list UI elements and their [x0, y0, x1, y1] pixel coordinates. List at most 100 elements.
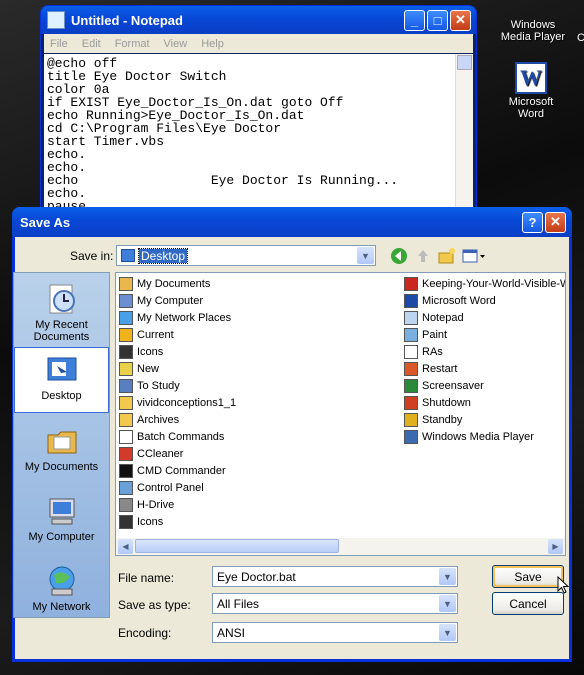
chevron-down-icon[interactable]: ▼	[439, 595, 456, 612]
list-item[interactable]: Screensaver	[404, 377, 484, 394]
list-item-label: Current	[137, 328, 174, 341]
desktop-icon-media-player[interactable]: Windows Media Player	[496, 0, 570, 43]
list-item-label: Icons	[137, 345, 164, 358]
computer-icon	[119, 293, 133, 308]
media-player-icon	[404, 429, 418, 444]
maximize-icon[interactable]: □	[427, 9, 448, 31]
list-item-label: RAs	[422, 345, 443, 358]
file-name-value[interactable]: Eye Doctor.bat	[217, 570, 296, 584]
word-desktop-label-2: Word	[517, 108, 545, 120]
scroll-up-icon[interactable]	[457, 55, 472, 70]
list-item-label: Paint	[422, 328, 448, 341]
list-item[interactable]: RAs	[404, 343, 443, 360]
word-desktop-label-1: Microsoft	[508, 96, 554, 108]
desktop-icon-word[interactable]: W Microsoft Word	[494, 62, 568, 120]
list-item[interactable]: My Documents	[119, 275, 210, 292]
minimize-icon[interactable]: _	[404, 9, 425, 31]
pdf-icon	[404, 276, 418, 291]
chevron-down-icon[interactable]: ▼	[439, 568, 456, 585]
save-as-type-dropdown[interactable]: All Files ▼	[212, 593, 458, 614]
notepad-content[interactable]: @echo off title Eye Doctor Switch color …	[44, 54, 473, 213]
my-network-icon	[44, 563, 80, 599]
place-my-recent-documents[interactable]: My Recent Documents	[14, 281, 109, 343]
place-my-documents[interactable]: My Documents	[14, 423, 109, 473]
close-icon[interactable]: ✕	[545, 211, 566, 233]
list-item[interactable]: Current	[119, 326, 174, 343]
horizontal-scrollbar[interactable]: ◀ ▶	[116, 538, 565, 555]
list-item-label: CCleaner	[137, 447, 184, 460]
menu-format[interactable]: Format	[115, 38, 150, 50]
file-name-label: File name:	[118, 571, 175, 585]
list-item-label: H-Drive	[137, 498, 175, 511]
list-item[interactable]: CCleaner	[119, 445, 183, 462]
list-item[interactable]: vividconceptions1_1	[119, 394, 236, 411]
document-icon	[119, 429, 133, 444]
list-item[interactable]: To Study	[119, 377, 180, 394]
list-item-label: To Study	[137, 379, 180, 392]
word-icon	[404, 293, 418, 308]
new-folder-icon[interactable]	[437, 247, 457, 265]
list-item-label: Standby	[422, 413, 463, 426]
list-item[interactable]: Batch Commands	[119, 428, 224, 445]
list-item[interactable]: H-Drive	[119, 496, 174, 513]
list-item[interactable]: Standby	[404, 411, 462, 428]
list-item[interactable]: Archives	[119, 411, 179, 428]
recent-documents-icon	[44, 281, 80, 317]
menu-edit[interactable]: Edit	[82, 38, 101, 50]
file-name-input[interactable]: Eye Doctor.bat ▼	[212, 566, 458, 587]
notepad-titlebar[interactable]: Untitled - Notepad _ □ ✕	[41, 6, 476, 34]
screensaver-icon	[404, 378, 418, 393]
control-panel-icon	[119, 480, 133, 495]
list-item[interactable]: My Computer	[119, 292, 203, 309]
save-button[interactable]: Save	[492, 565, 564, 588]
dialog-title: Save As	[20, 214, 71, 230]
list-item[interactable]: Windows Media Player	[404, 428, 534, 445]
list-item[interactable]: Control Panel	[119, 479, 204, 496]
dialog-titlebar[interactable]: Save As ? ✕	[12, 207, 572, 237]
list-item[interactable]: Shutdown	[404, 394, 471, 411]
chevron-down-icon[interactable]: ▼	[439, 624, 456, 641]
restart-icon	[404, 361, 418, 376]
list-item[interactable]: Keeping-Your-World-Visible-W	[404, 275, 565, 292]
menu-view[interactable]: View	[164, 38, 188, 50]
menu-help[interactable]: Help	[201, 38, 224, 50]
cancel-button[interactable]: Cancel	[492, 592, 564, 615]
list-item[interactable]: My Network Places	[119, 309, 231, 326]
list-item[interactable]: Paint	[404, 326, 447, 343]
list-item[interactable]: CMD Commander	[119, 462, 226, 479]
place-label-line1: My Recent	[35, 319, 88, 331]
list-item[interactable]: Icons	[119, 343, 163, 360]
place-label-my-documents: My Documents	[24, 461, 99, 473]
shutdown-icon	[404, 395, 418, 410]
save-in-dropdown[interactable]: Desktop ▼	[116, 245, 376, 266]
my-computer-icon	[44, 493, 80, 529]
back-icon[interactable]	[390, 247, 410, 265]
place-desktop[interactable]: Desktop	[14, 347, 109, 413]
place-my-computer[interactable]: My Computer	[14, 493, 109, 543]
list-item[interactable]: Microsoft Word	[404, 292, 496, 309]
save-in-label: Save in:	[70, 249, 114, 263]
up-folder-icon[interactable]	[414, 247, 434, 265]
list-item[interactable]: Notepad	[404, 309, 464, 326]
help-icon[interactable]: ?	[522, 211, 543, 233]
encoding-dropdown[interactable]: ANSI ▼	[212, 622, 458, 643]
save-in-value: Desktop	[137, 248, 189, 264]
list-item[interactable]: Icons	[119, 513, 163, 530]
list-item-label: Control Panel	[137, 481, 204, 494]
encoding-label: Encoding:	[118, 626, 172, 640]
scroll-left-icon[interactable]: ◀	[118, 539, 133, 554]
scrollbar-thumb[interactable]	[135, 539, 339, 553]
list-item-label: Shutdown	[422, 396, 471, 409]
chevron-down-icon[interactable]: ▼	[357, 247, 374, 264]
list-item-label: Microsoft Word	[422, 294, 496, 307]
file-list[interactable]: My Documents My Computer My Network Places…	[115, 272, 566, 556]
place-my-network[interactable]: My Network	[14, 563, 109, 613]
close-icon[interactable]: ✕	[450, 9, 471, 31]
list-item[interactable]: Restart	[404, 360, 457, 377]
views-menu-icon[interactable]	[461, 247, 487, 265]
scroll-right-icon[interactable]: ▶	[548, 539, 563, 554]
standby-icon	[404, 412, 418, 427]
notepad-icon	[404, 310, 418, 325]
menu-file[interactable]: File	[50, 38, 68, 50]
list-item[interactable]: New	[119, 360, 159, 377]
